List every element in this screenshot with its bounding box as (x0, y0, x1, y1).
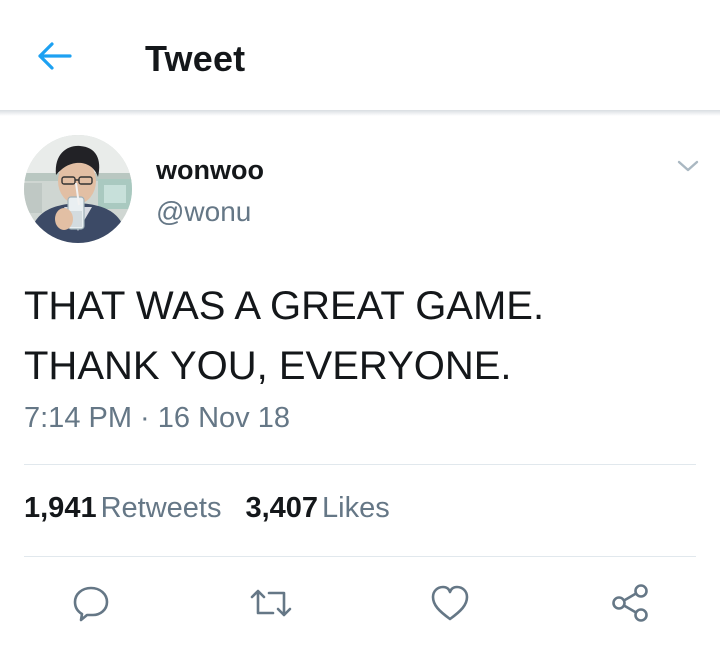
tweet-stats: 1,941 Retweets 3,407 Likes (24, 492, 414, 525)
display-name[interactable]: wonwoo (156, 155, 264, 186)
retweets-stat[interactable]: 1,941 Retweets (24, 492, 221, 525)
reply-button[interactable] (66, 578, 116, 628)
avatar[interactable] (24, 135, 132, 243)
retweets-label: Retweets (100, 492, 222, 524)
chevron-down-icon (677, 160, 699, 172)
likes-stat[interactable]: 3,407 Likes (245, 492, 389, 525)
tweet-text: THAT WAS A GREAT GAME. THANK YOU, EVERYO… (24, 284, 545, 388)
reply-icon (73, 586, 109, 622)
top-app-bar: Tweet (0, 0, 720, 112)
page-title: Tweet (145, 38, 246, 79)
retweet-icon (250, 589, 292, 617)
like-button[interactable] (425, 578, 475, 628)
tweet-actions (0, 578, 720, 628)
share-button[interactable] (605, 578, 655, 628)
back-button[interactable] (30, 36, 78, 76)
share-icon (612, 584, 648, 622)
retweet-button[interactable] (246, 578, 296, 628)
divider (24, 556, 696, 557)
retweets-count: 1,941 (24, 492, 97, 524)
user-handle[interactable]: @wonu (156, 196, 251, 228)
profile-photo (24, 135, 132, 243)
likes-label: Likes (322, 492, 390, 524)
tweet-timestamp: 7:14 PM · 16 Nov 18 (24, 402, 290, 434)
top-bar-shadow (0, 110, 720, 116)
heart-icon (431, 585, 469, 621)
back-arrow-icon (38, 42, 72, 70)
tweet-menu-button[interactable] (668, 152, 708, 180)
divider (24, 464, 696, 465)
likes-count: 3,407 (245, 492, 319, 524)
